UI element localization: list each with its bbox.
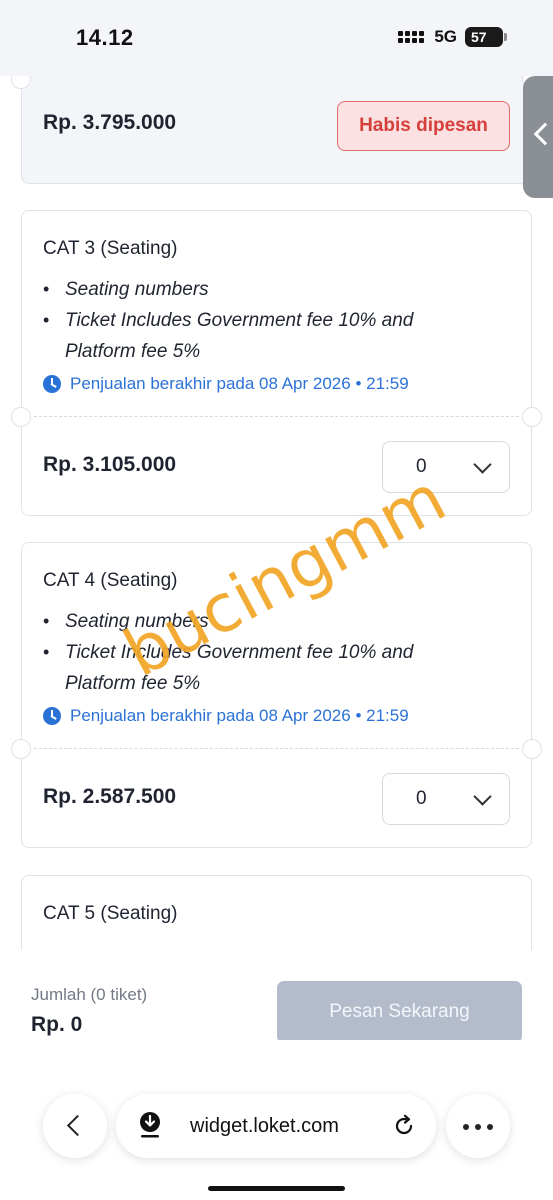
- home-indicator[interactable]: [208, 1186, 345, 1191]
- ticket-features: • Seating numbers • Ticket Includes Govern…: [43, 274, 483, 367]
- ticket-card-cat-3: CAT 3 (Seating) • Seating numbers • Ticket…: [11, 210, 542, 516]
- ticket-notch: [11, 76, 31, 89]
- chevron-down-icon: [473, 787, 492, 806]
- back-button[interactable]: [43, 1094, 107, 1158]
- network-label: 5G: [434, 27, 457, 46]
- reload-icon[interactable]: [392, 1114, 416, 1138]
- order-now-button[interactable]: Pesan Sekarang: [277, 981, 522, 1043]
- clock-icon: [43, 707, 61, 725]
- sale-end-text: Penjualan berakhir pada 08 Apr 2026 • 21…: [70, 374, 409, 393]
- ticket-card-cat-4: CAT 4 (Seating) • Seating numbers • Ticket…: [11, 542, 542, 848]
- sale-end-text: Penjualan berakhir pada 08 Apr 2026 • 21…: [70, 706, 409, 725]
- more-icon: [463, 1124, 493, 1130]
- feature-item: • Ticket Includes Government fee 10% and …: [43, 310, 414, 362]
- quantity-select[interactable]: 0: [382, 773, 510, 825]
- more-button[interactable]: [446, 1094, 510, 1158]
- browser-toolbar: widget.loket.com: [0, 1040, 553, 1200]
- ticket-notch: [522, 739, 542, 759]
- ticket-title: CAT 3 (Seating): [43, 238, 178, 259]
- ticket-notch: [11, 739, 31, 759]
- ticket-features: • Seating numbers • Ticket Includes Govern…: [43, 606, 483, 699]
- feature-item: • Seating numbers: [43, 279, 209, 300]
- ticket-price: Rp. 2.587.500: [43, 785, 177, 808]
- chevron-down-icon: [473, 455, 492, 474]
- ticket-price: Rp. 3.105.000: [43, 453, 177, 476]
- battery-icon: 57: [465, 27, 507, 47]
- quantity-select[interactable]: 0: [382, 441, 510, 493]
- status-bar: 14.12 5G 57: [0, 0, 553, 76]
- signal-icon: [398, 31, 425, 43]
- ticket-divider: [34, 416, 519, 417]
- ticket-title: CAT 5 (Seating): [43, 903, 178, 924]
- ticket-title: CAT 4 (Seating): [43, 570, 178, 591]
- ticket-card-cat-5: CAT 5 (Seating): [21, 875, 532, 950]
- ticket-price: Rp. 3.795.000: [43, 111, 177, 134]
- feature-item: • Ticket Includes Government fee 10% and …: [43, 642, 414, 694]
- battery-level: 57: [471, 29, 487, 45]
- quantity-value: 0: [416, 456, 427, 477]
- order-summary-bar: Jumlah (0 tiket) Rp. 0 Pesan Sekarang: [0, 950, 553, 1043]
- sale-end-info: Penjualan berakhir pada 08 Apr 2026 • 21…: [43, 706, 409, 726]
- address-bar[interactable]: widget.loket.com: [116, 1094, 436, 1158]
- side-drawer-tab[interactable]: [523, 76, 553, 198]
- ticket-list[interactable]: Rp. 3.795.000 Habis dipesan CAT 3 (Seati…: [0, 76, 553, 950]
- sold-out-badge: Habis dipesan: [337, 101, 510, 151]
- quantity-value: 0: [416, 788, 427, 809]
- url-text: widget.loket.com: [190, 1115, 339, 1137]
- status-indicators: 5G 57: [398, 27, 507, 47]
- status-time: 14.12: [76, 25, 134, 50]
- ticket-count-label: Jumlah (0 tiket): [31, 985, 148, 1004]
- sale-end-info: Penjualan berakhir pada 08 Apr 2026 • 21…: [43, 374, 409, 394]
- chevron-left-icon: [533, 122, 553, 146]
- ticket-notch: [11, 407, 31, 427]
- download-icon[interactable]: [138, 1111, 162, 1139]
- ticket-card-sold: Rp. 3.795.000 Habis dipesan: [11, 76, 542, 184]
- ticket-divider: [34, 748, 519, 749]
- clock-icon: [43, 375, 61, 393]
- order-total: Rp. 0: [31, 1013, 83, 1036]
- chevron-left-icon: [66, 1114, 89, 1137]
- feature-item: • Seating numbers: [43, 611, 209, 632]
- ticket-notch: [522, 407, 542, 427]
